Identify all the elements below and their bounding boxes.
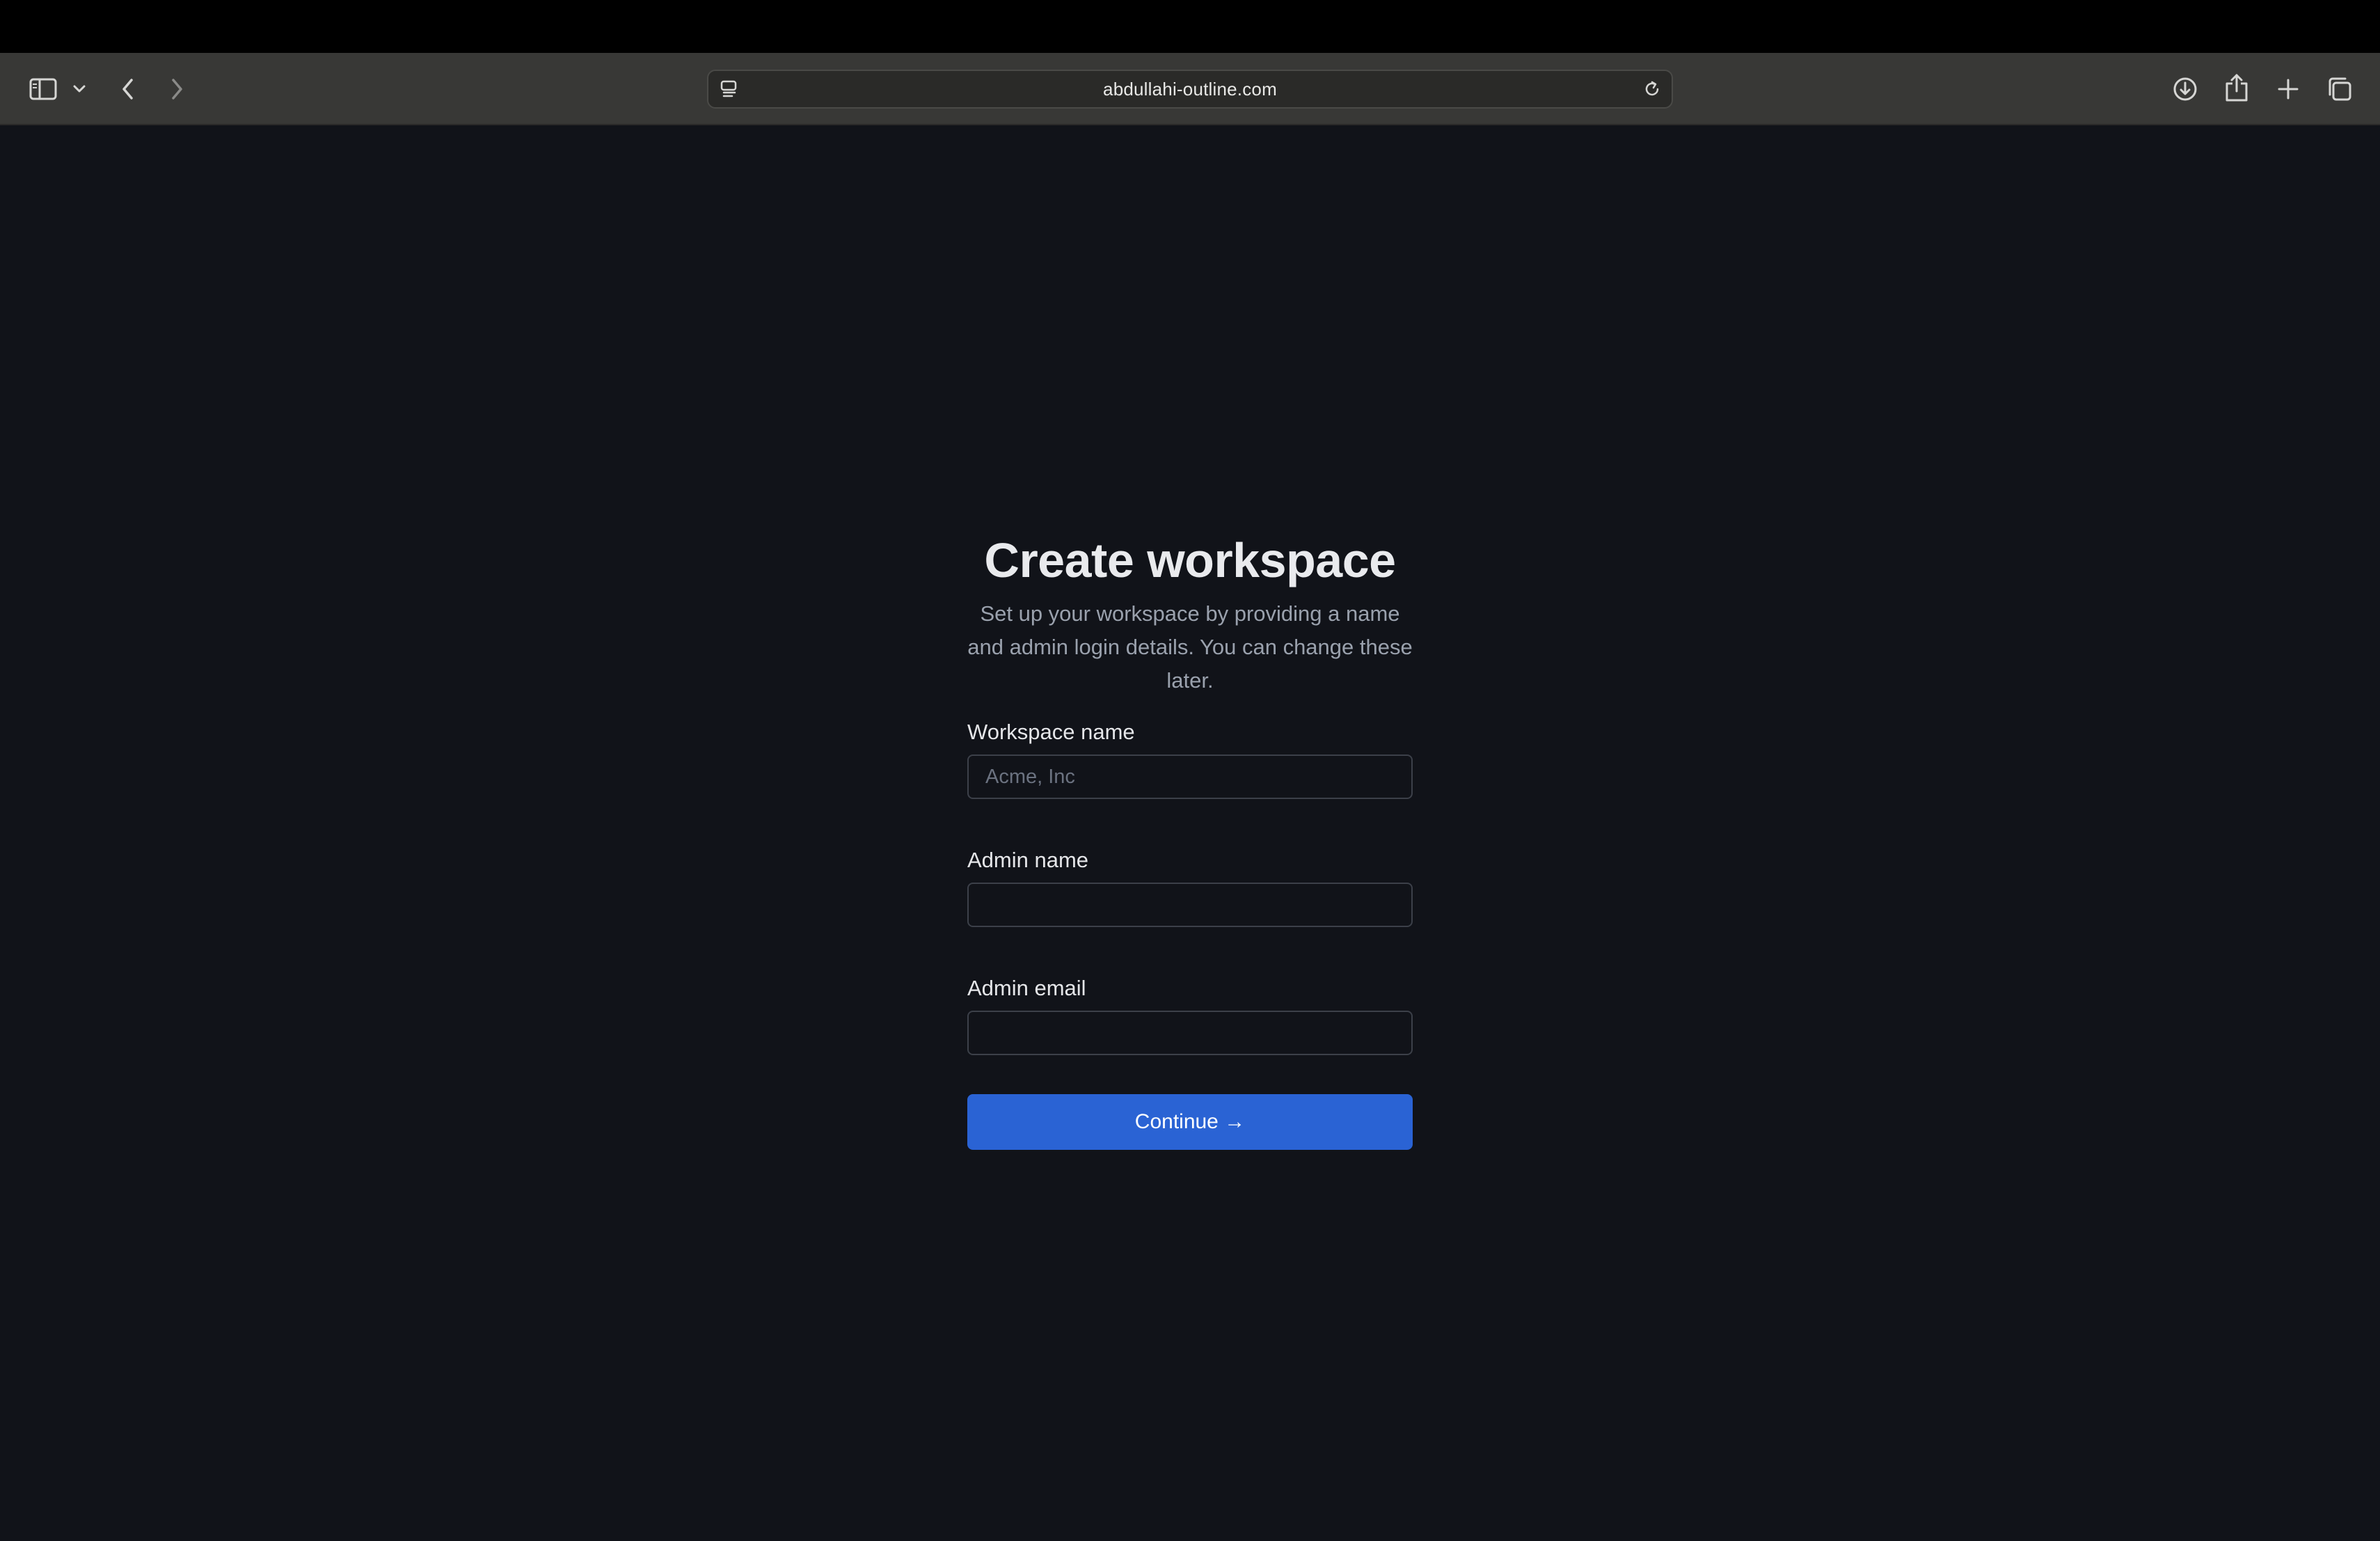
create-workspace-form: Create workspace Set up your workspace b… — [967, 529, 1413, 1150]
workspace-name-input[interactable] — [967, 754, 1413, 799]
new-tab-button[interactable] — [2271, 72, 2305, 106]
chevron-right-icon — [172, 79, 182, 100]
admin-name-field: Admin name — [967, 846, 1413, 927]
chevron-down-icon — [73, 85, 86, 93]
admin-email-label: Admin email — [967, 976, 1086, 1000]
plus-icon — [2278, 79, 2299, 100]
downloads-button[interactable] — [2168, 72, 2202, 106]
continue-button-label: Continue → — [1134, 1110, 1246, 1133]
sidebar-menu-button[interactable] — [70, 78, 89, 100]
admin-name-label: Admin name — [967, 848, 1089, 872]
reload-button[interactable] — [1638, 77, 1666, 102]
page-content: Create workspace Set up your workspace b… — [0, 125, 2380, 1541]
workspace-name-label: Workspace name — [967, 720, 1135, 744]
tab-overview-button[interactable] — [2323, 72, 2356, 106]
share-button[interactable] — [2220, 70, 2253, 106]
tabs-icon — [2329, 77, 2351, 101]
sidebar-icon — [29, 78, 57, 100]
chevron-left-icon — [122, 79, 133, 100]
browser-toolbar: abdullahi-outline.com — [0, 53, 2380, 125]
admin-email-input[interactable] — [967, 1011, 1413, 1055]
download-icon — [2173, 77, 2197, 101]
reload-icon — [1645, 81, 1659, 96]
page-subtitle: Set up your workspace by providing a nam… — [967, 601, 1413, 693]
forward-button[interactable] — [163, 72, 191, 106]
admin-email-field: Admin email — [967, 974, 1413, 1055]
screen-top-bezel — [0, 0, 2380, 53]
url-text[interactable]: abdullahi-outline.com — [708, 71, 1672, 107]
admin-name-input[interactable] — [967, 883, 1413, 927]
share-icon — [2226, 74, 2248, 102]
page-title: Create workspace — [984, 533, 1396, 587]
back-button[interactable] — [114, 72, 142, 106]
sidebar-toggle-button[interactable] — [25, 72, 61, 106]
address-bar[interactable]: abdullahi-outline.com — [707, 70, 1673, 109]
workspace-name-field: Workspace name — [967, 718, 1413, 799]
continue-button[interactable]: Continue → — [967, 1094, 1413, 1150]
